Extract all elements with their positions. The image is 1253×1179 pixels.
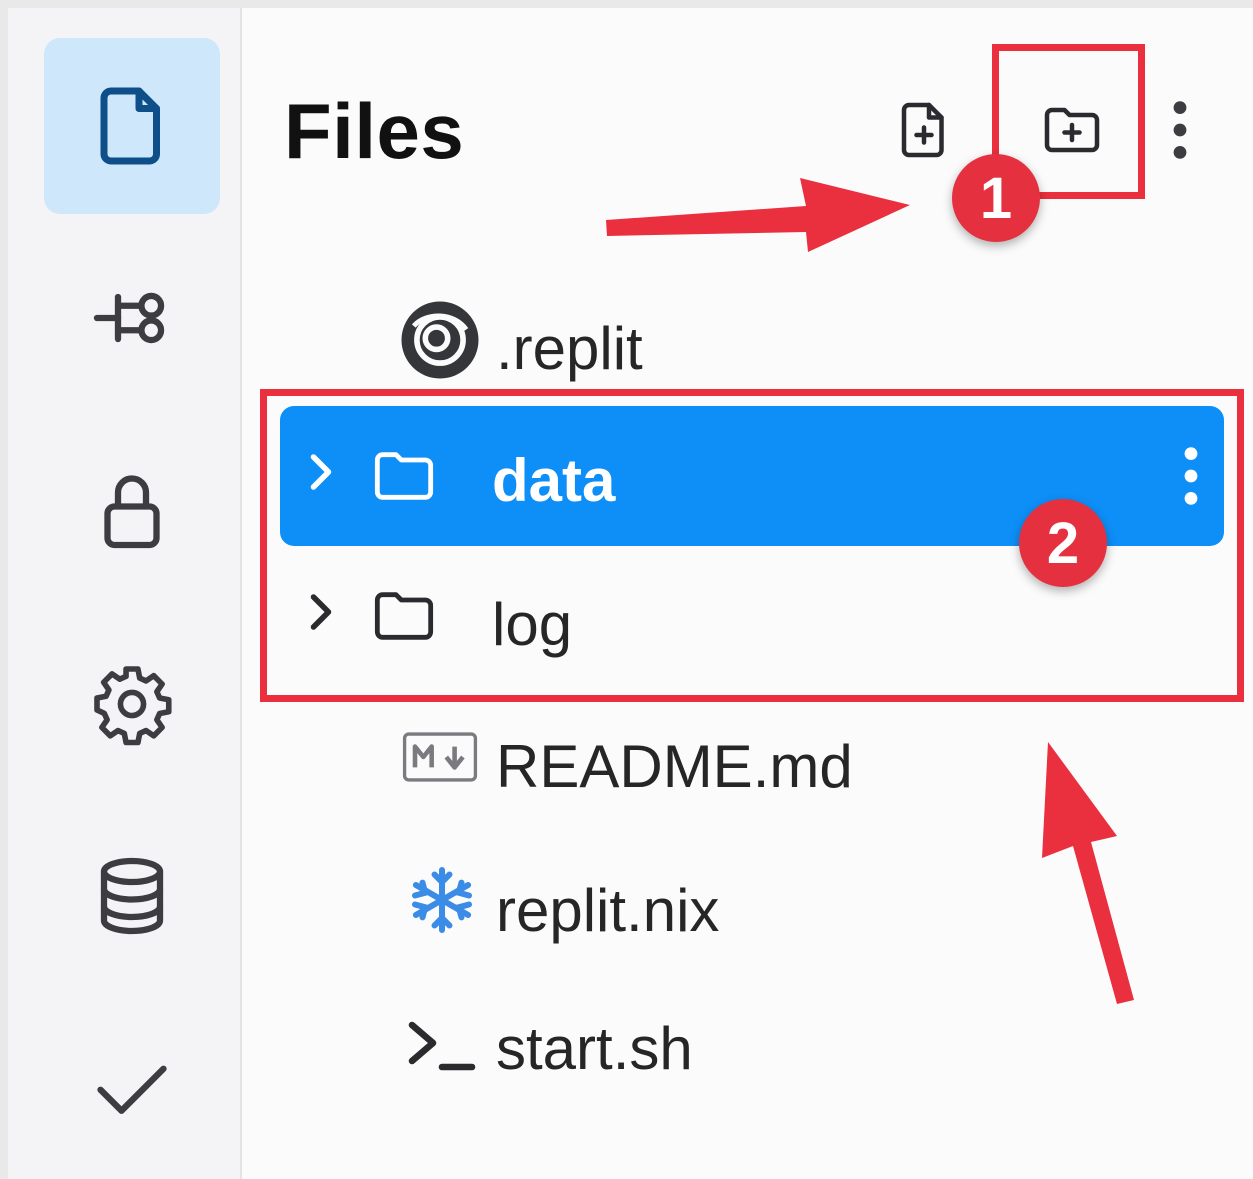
panel-menu-button[interactable] [1160,94,1200,166]
database-icon [100,857,164,935]
file-name: .replit [496,315,643,382]
markdown-icon [402,732,478,782]
lock-icon [104,475,160,549]
files-tab-button[interactable] [44,38,220,214]
sidebar-rail [8,8,242,1179]
step-badge-1: 1 [952,154,1040,242]
checks-tab-button[interactable] [44,1000,220,1176]
file-plus-icon [901,102,944,158]
kebab-menu-icon [1173,101,1187,159]
check-icon [97,1065,167,1114]
gear-icon [94,666,172,746]
new-file-button[interactable] [888,94,960,166]
git-branch-icon [93,292,165,344]
file-item-replit-nix[interactable]: replit.nix [280,832,1224,972]
file-name: replit.nix [496,877,720,944]
file-icon [100,87,160,165]
file-name: start.sh [496,1015,693,1082]
nix-snowflake-icon [412,867,472,933]
page-title: Files [284,87,465,175]
file-item-start-sh[interactable]: start.sh [280,974,1224,1114]
file-item-readme[interactable]: README.md [280,692,1224,832]
replit-logo-icon [401,301,479,379]
git-tab-button[interactable] [44,230,220,406]
file-name: README.md [496,733,853,800]
step-badge-2: 2 [1019,499,1107,587]
terminal-icon [408,1021,476,1071]
database-tab-button[interactable] [44,808,220,984]
settings-tab-button[interactable] [44,616,220,792]
secrets-tab-button[interactable] [44,422,220,598]
